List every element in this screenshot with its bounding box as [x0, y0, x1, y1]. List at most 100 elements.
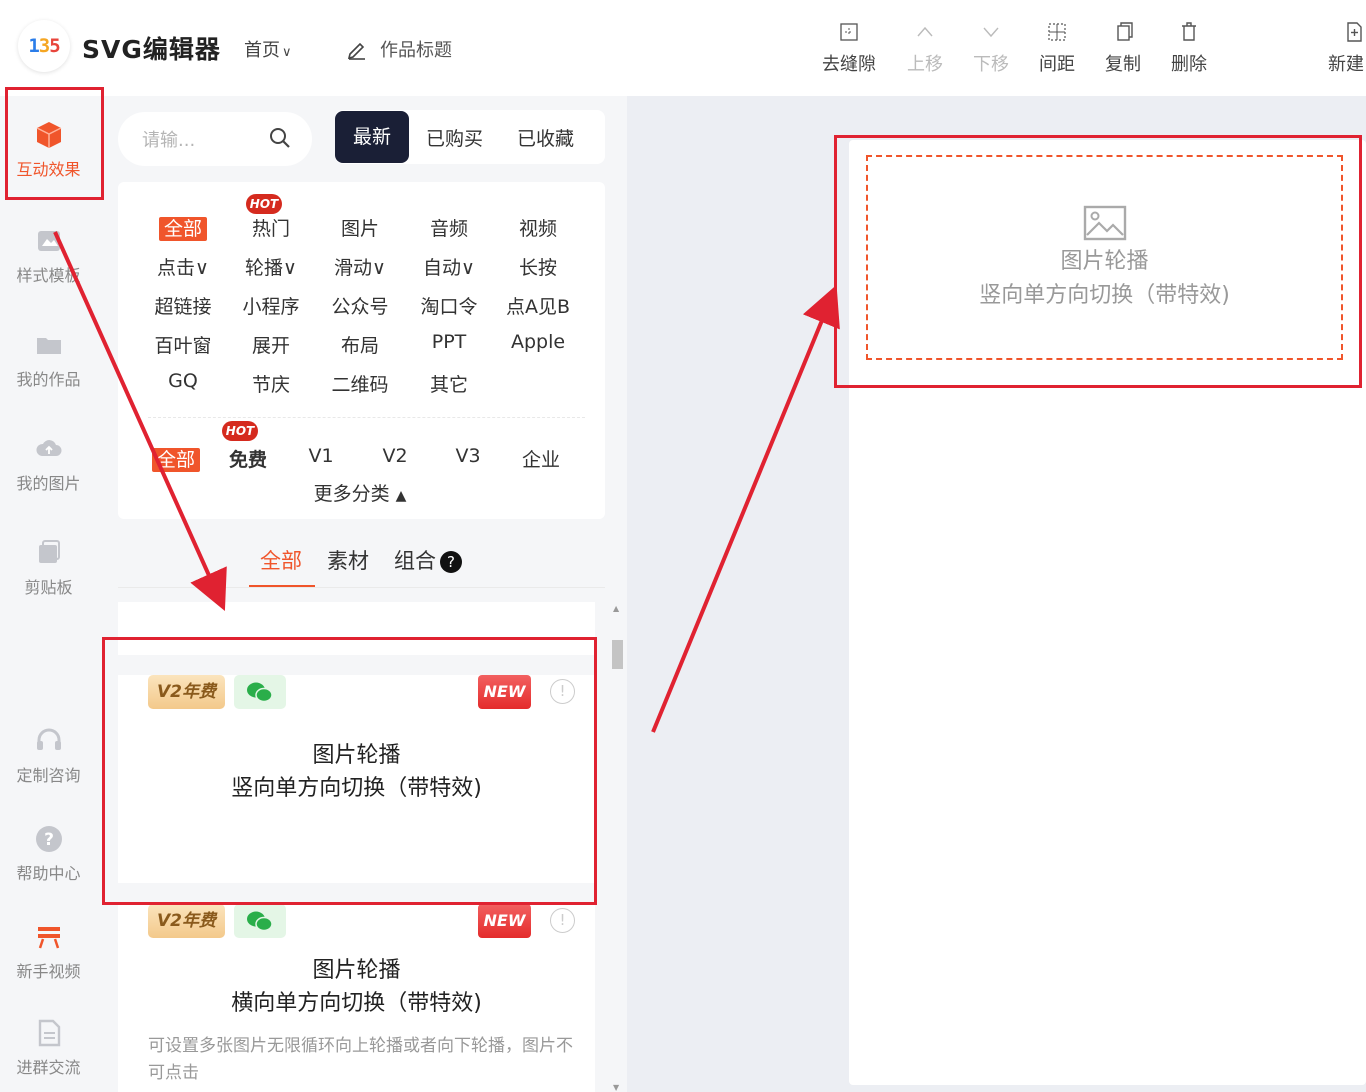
move-down-label: 下移 [973, 54, 1009, 75]
tier-v2[interactable]: V2 [355, 445, 435, 467]
list-item-horizontal-carousel[interactable]: V2年费 NEW ! 图片轮播 横向单方向切换（带特效) 可设置多张图片无限循环… [118, 904, 595, 1092]
category-taobao-code[interactable]: 淘口令 [409, 292, 489, 319]
search-icon[interactable] [268, 126, 292, 150]
home-menu[interactable]: 首页 ∨ [244, 36, 292, 62]
category-image[interactable]: 图片 [320, 214, 400, 241]
filter-tabs: 最新 已购买 已收藏 [335, 110, 605, 164]
category-hyperlink[interactable]: 超链接 [143, 292, 223, 319]
category-audio[interactable]: 音频 [409, 214, 489, 241]
spacing-icon [1048, 23, 1066, 41]
wechat-icon [234, 904, 286, 938]
category-hot[interactable]: 热门 [231, 214, 311, 241]
chevron-up-icon [917, 26, 933, 37]
nav-style-templates[interactable]: 样式模板 [0, 226, 97, 286]
top-bar: 135 SVG编辑器 首页 ∨ 作品标题 去缝隙 上移 下移 间距 复制 删除 新… [0, 0, 1366, 96]
spacing-button[interactable]: 间距 [1024, 20, 1090, 76]
spacing-label: 间距 [1039, 54, 1075, 75]
app-logo[interactable]: 135 [18, 20, 70, 72]
tier-all[interactable]: 全部 [136, 445, 216, 472]
list-scrollbar[interactable]: ▲ ▼ [611, 604, 623, 1092]
move-up-button[interactable]: 上移 [892, 20, 958, 76]
category-other[interactable]: 其它 [409, 370, 489, 397]
scrollbar-thumb[interactable] [612, 640, 623, 669]
help-icon[interactable]: ? [440, 551, 462, 573]
subtab-combos[interactable]: 组合? [394, 545, 462, 575]
doc-icon [38, 1019, 60, 1047]
hot-badge: HOT [246, 194, 282, 214]
chevron-down-icon: ∨ [282, 45, 292, 60]
new-badge: NEW [478, 904, 531, 938]
category-video[interactable]: 视频 [498, 214, 578, 241]
category-long-press[interactable]: 长按 [498, 253, 578, 280]
nav-label: 定制咨询 [16, 766, 81, 785]
tier-free[interactable]: 免费 [208, 445, 288, 472]
tier-v3[interactable]: V3 [428, 445, 508, 467]
nav-label: 剪贴板 [24, 578, 73, 597]
category-official-account[interactable]: 公众号 [320, 292, 400, 319]
copy-label: 复制 [1105, 54, 1141, 75]
category-divider [148, 417, 585, 418]
pencil-icon [347, 42, 365, 60]
search-placeholder: 请输... [142, 130, 196, 151]
annotation-box-canvas [834, 135, 1362, 388]
tier-enterprise[interactable]: 企业 [501, 445, 581, 472]
category-click[interactable]: 点击∨ [143, 253, 223, 280]
nav-my-images[interactable]: 我的图片 [0, 434, 97, 494]
clipboard-icon [38, 540, 60, 563]
trash-icon [1182, 22, 1196, 41]
folder-icon [36, 338, 61, 354]
nav-my-works[interactable]: 我的作品 [0, 330, 97, 390]
category-qrcode[interactable]: 二维码 [320, 370, 400, 397]
category-gq[interactable]: GQ [143, 370, 223, 392]
category-mini-program[interactable]: 小程序 [231, 292, 311, 319]
subtab-all[interactable]: 全部 [260, 545, 302, 575]
app-title: SVG编辑器 [82, 35, 221, 64]
new-label: 新建 [1328, 54, 1364, 75]
category-all[interactable]: 全部 [143, 214, 223, 241]
more-categories-toggle[interactable]: 更多分类 ▲ [300, 479, 420, 506]
tab-latest[interactable]: 最新 [335, 111, 410, 163]
gap-icon [840, 23, 858, 41]
category-auto[interactable]: 自动∨ [409, 253, 489, 280]
annotation-box-card [102, 637, 597, 905]
new-button[interactable]: 新建 [1314, 20, 1366, 76]
delete-button[interactable]: 删除 [1156, 20, 1222, 76]
help-icon: ? [35, 826, 62, 852]
new-page-icon [1347, 22, 1362, 42]
search-input[interactable]: 请输... [118, 112, 312, 166]
headset-icon [36, 728, 61, 750]
nav-help-center[interactable]: ? 帮助中心 [0, 824, 97, 884]
category-ppt[interactable]: PPT [409, 331, 489, 353]
copy-button[interactable]: 复制 [1090, 20, 1156, 76]
remove-gap-button[interactable]: 去缝隙 [816, 20, 882, 76]
subtab-active-indicator [249, 585, 315, 587]
home-menu-label: 首页 [244, 40, 280, 61]
logo-text: 135 [28, 35, 60, 57]
nav-join-group[interactable]: 进群交流 [0, 1018, 97, 1078]
category-apple[interactable]: Apple [498, 331, 578, 353]
subtab-separator [118, 587, 605, 588]
tab-purchased[interactable]: 已购买 [409, 124, 500, 151]
nav-label: 我的作品 [16, 370, 81, 389]
card-subtitle: 横向单方向切换（带特效) [231, 991, 482, 1016]
category-festival[interactable]: 节庆 [231, 370, 311, 397]
category-expand[interactable]: 展开 [231, 331, 311, 358]
tab-favorited[interactable]: 已收藏 [500, 124, 591, 151]
nav-clipboard[interactable]: 剪贴板 [0, 538, 97, 598]
card-description: 可设置多张图片无限循环向上轮播或者向下轮播，图片不可点击 [148, 1036, 573, 1083]
subtab-materials[interactable]: 素材 [327, 545, 369, 575]
tier-v1[interactable]: V1 [281, 445, 361, 467]
category-layout[interactable]: 布局 [320, 331, 400, 358]
move-down-button[interactable]: 下移 [958, 20, 1024, 76]
category-carousel[interactable]: 轮播∨ [231, 253, 311, 280]
category-slide[interactable]: 滑动∨ [320, 253, 400, 280]
caret-up-icon: ▲ [395, 488, 407, 504]
nav-beginner-videos[interactable]: 新手视频 [0, 922, 97, 982]
category-blinds[interactable]: 百叶窗 [143, 331, 223, 358]
nav-custom-consult[interactable]: 定制咨询 [0, 726, 97, 786]
work-title-field[interactable]: 作品标题 [346, 36, 452, 62]
chevron-down-icon [983, 27, 999, 38]
move-up-label: 上移 [907, 54, 943, 75]
info-icon[interactable]: ! [550, 908, 575, 933]
category-click-a-see-b[interactable]: 点A见B [498, 292, 578, 319]
